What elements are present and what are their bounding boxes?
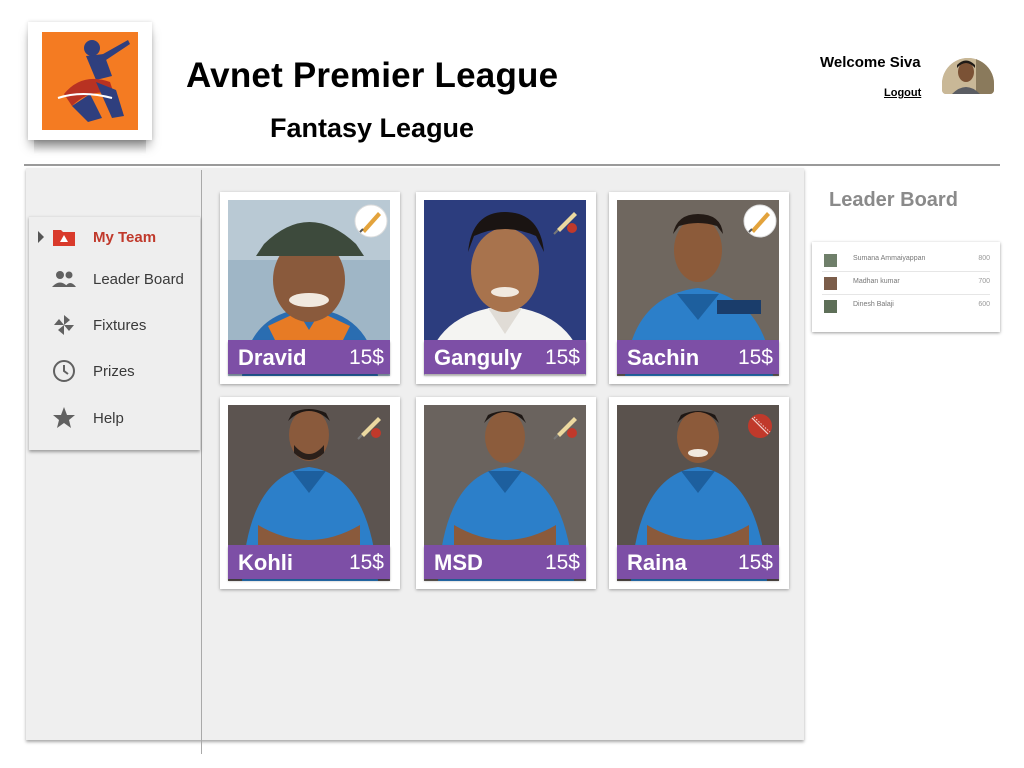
pinwheel-icon: [52, 313, 76, 337]
clock-icon: [52, 359, 76, 383]
leaderboard-row[interactable]: Dinesh Balaji 600: [822, 296, 990, 318]
player-card-kohli[interactable]: Kohli 15$: [220, 397, 400, 589]
header-divider: [24, 164, 1000, 166]
sidebar-item-label: Leader Board: [93, 270, 184, 288]
player-namebar: Raina 15$: [617, 545, 779, 579]
player-price: 15$: [348, 346, 384, 369]
player-namebar: Ganguly 15$: [424, 340, 586, 374]
player-name: Kohli: [238, 550, 293, 575]
user-avatar[interactable]: [942, 58, 994, 94]
player-name: Ganguly: [434, 345, 523, 370]
player-card-dravid[interactable]: Dravid 15$: [220, 192, 400, 384]
people-icon: [52, 267, 76, 291]
sidebar-item-label: Help: [93, 409, 124, 427]
leaderboard-row[interactable]: Sumana Ammaiyappan 800: [822, 250, 990, 272]
player-name: MSD: [434, 550, 483, 575]
player-namebar: MSD 15$: [424, 545, 586, 579]
player-price: 15$: [348, 551, 384, 574]
sidebar-divider: [201, 170, 202, 754]
avatar: [824, 300, 837, 313]
leaderboard-name: Dinesh Balaji: [853, 301, 894, 308]
bat-ball-icon: [550, 409, 584, 443]
leaderboard-name: Sumana Ammaiyappan: [853, 255, 926, 262]
bat-icon: [354, 204, 388, 238]
leaderboard-score: 700: [978, 278, 990, 285]
player-name: Raina: [627, 550, 687, 575]
page-subtitle: Fantasy League: [270, 113, 475, 143]
bat-ball-icon: [550, 204, 584, 238]
player-price: 15$: [544, 346, 580, 369]
avatar: [824, 254, 837, 267]
player-name: Dravid: [238, 345, 307, 370]
sidebar-item-label: My Team: [93, 228, 157, 246]
player-price: 15$: [737, 346, 773, 369]
team-folder-icon: [52, 225, 76, 249]
avatar: [824, 277, 837, 290]
sidebar-item-leader-board[interactable]: Leader Board: [29, 259, 200, 299]
player-namebar: Dravid 15$: [228, 340, 390, 374]
player-namebar: Sachin 15$: [617, 340, 779, 374]
star-icon: [52, 406, 76, 430]
leaderboard-score: 800: [978, 255, 990, 262]
cricket-batsman-logo-icon: [42, 32, 138, 130]
sidebar-menu: My Team Leader Board Fixtures Prizes Hel…: [29, 216, 200, 450]
player-card-ganguly[interactable]: Ganguly 15$: [416, 192, 596, 384]
logout-link[interactable]: Logout: [884, 87, 921, 99]
page-title: Avnet Premier League: [186, 56, 559, 95]
player-card-raina[interactable]: Raina 15$: [609, 397, 789, 589]
leaderboard-score: 600: [978, 301, 990, 308]
leaderboard-card: Sumana Ammaiyappan 800 Madhan kumar 700 …: [812, 242, 1000, 332]
player-card-msd[interactable]: MSD 15$: [416, 397, 596, 589]
caret-right-icon: [38, 231, 44, 243]
leaderboard-name: Madhan kumar: [853, 278, 900, 285]
sidebar-item-help[interactable]: Help: [29, 398, 200, 438]
app-root: Avnet Premier League Fantasy League Welc…: [0, 0, 1024, 768]
league-logo[interactable]: [28, 22, 152, 154]
leaderboard-row[interactable]: Madhan kumar 700: [822, 273, 990, 295]
player-card-sachin[interactable]: Sachin 15$: [609, 192, 789, 384]
welcome-text: Welcome Siva: [820, 54, 921, 71]
bat-icon: [743, 204, 777, 238]
sidebar-item-my-team[interactable]: My Team: [29, 217, 200, 257]
sidebar-item-fixtures[interactable]: Fixtures: [29, 305, 200, 345]
sidebar-item-label: Prizes: [93, 362, 135, 380]
sidebar-item-prizes[interactable]: Prizes: [29, 351, 200, 391]
sidebar-item-label: Fixtures: [93, 316, 147, 334]
player-price: 15$: [544, 551, 580, 574]
player-namebar: Kohli 15$: [228, 545, 390, 579]
leaderboard-title: Leader Board: [829, 189, 958, 211]
player-name: Sachin: [627, 345, 700, 370]
ball-icon: [743, 409, 777, 443]
player-price: 15$: [737, 551, 773, 574]
bat-ball-icon: [354, 409, 388, 443]
